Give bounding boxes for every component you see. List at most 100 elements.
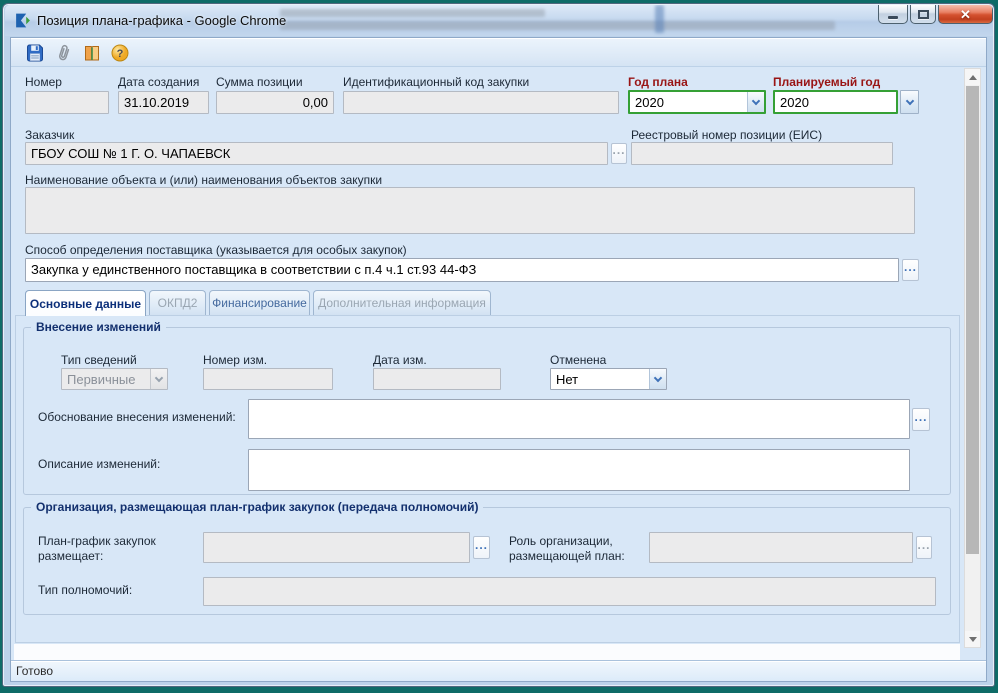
otmenena-label: Отменена	[550, 353, 606, 367]
form-area: Номер Дата создания 31.10.2019 Сумма поз…	[11, 67, 986, 660]
data-izm-label: Дата изм.	[373, 353, 427, 367]
otmenena-value: Нет	[551, 369, 649, 389]
zakazchik-label: Заказчик	[25, 128, 74, 142]
nomer-label: Номер	[25, 75, 62, 89]
otmenena-select[interactable]: Нет	[550, 368, 667, 390]
tip-svedenij-value: Первичные	[62, 369, 150, 389]
group-organizaciya-title: Организация, размещающая план-график зак…	[31, 500, 483, 514]
opisanie-textarea[interactable]	[248, 449, 910, 491]
maximize-button[interactable]	[910, 5, 936, 24]
planiruemyj-god-select[interactable]: 2020	[773, 90, 898, 114]
glass-reflection	[280, 21, 835, 30]
vertical-scrollbar[interactable]	[964, 68, 981, 648]
tab-okpd2: ОКПД2	[149, 290, 206, 315]
ellipsis-icon	[917, 540, 930, 558]
save-button[interactable]	[24, 42, 46, 64]
summa-pozicii-field: 0,00	[216, 91, 334, 114]
tip-polnomochij-label: Тип полномочий:	[38, 583, 132, 597]
log-button[interactable]	[81, 42, 103, 64]
data-sozdaniya-label: Дата создания	[118, 75, 199, 89]
god-plana-label: Год плана	[628, 75, 688, 89]
tab-bar: Основные данные ОКПД2 Финансирование Доп…	[15, 290, 960, 315]
close-button[interactable]: ✕	[938, 5, 993, 24]
tip-polnomochij-field	[203, 577, 936, 606]
client-area: ? Номер Дата создания 31.10.2019 Сумма п…	[10, 37, 987, 682]
close-icon: ✕	[960, 8, 971, 21]
ellipsis-icon	[914, 412, 927, 430]
maximize-icon	[918, 10, 929, 19]
otmenena-dropdown-button[interactable]	[649, 369, 666, 389]
obosnovanie-textarea[interactable]	[248, 399, 910, 439]
help-icon: ?	[110, 43, 130, 63]
status-bar: Готово	[11, 660, 986, 681]
arrow-down-icon	[969, 637, 977, 642]
scroll-down-button[interactable]	[965, 631, 980, 647]
arrow-up-icon	[969, 75, 977, 80]
zakazchik-picker-button[interactable]	[611, 143, 627, 164]
reestrovyj-nomer-field	[631, 142, 893, 165]
window-title: Позиция плана-графика - Google Chrome	[37, 13, 286, 28]
tab-finansirovanie[interactable]: Финансирование	[209, 290, 310, 315]
reestrovyj-nomer-label: Реестровый номер позиции (ЕИС)	[631, 128, 822, 142]
zakazchik-field: ГБОУ СОШ № 1 Г. О. ЧАПАЕВСК	[25, 142, 608, 165]
data-sozdaniya-field: 31.10.2019	[118, 91, 209, 114]
tab-osnovnye-dannye[interactable]: Основные данные	[25, 290, 146, 316]
group-vnesenie-izmenenij-title: Внесение изменений	[31, 320, 166, 334]
nomer-field	[25, 91, 109, 114]
rol-organizacii-picker-button	[916, 536, 932, 559]
tip-svedenij-label: Тип сведений	[61, 353, 137, 367]
plan-grafik-field	[203, 532, 470, 563]
chevron-down-icon	[752, 96, 760, 104]
obosnovanie-label: Обоснование внесения изменений:	[38, 410, 236, 424]
chevron-down-icon	[155, 373, 163, 381]
plan-grafik-picker-button[interactable]	[473, 536, 490, 559]
minimize-button[interactable]	[878, 5, 908, 24]
planiruemyj-god-dropdown-button[interactable]	[900, 90, 919, 114]
tab-dopolnitelnaya-informaciya: Дополнительная информация	[313, 290, 491, 315]
scrollbar-thumb[interactable]	[966, 86, 979, 554]
help-button[interactable]: ?	[109, 42, 131, 64]
ellipsis-icon	[904, 262, 917, 280]
obosnovanie-picker-button[interactable]	[912, 408, 930, 431]
god-plana-dropdown-button[interactable]	[747, 92, 764, 112]
sposob-opredeleniya-field[interactable]: Закупка у единственного поставщика в соо…	[25, 258, 899, 282]
glass-reflection	[655, 5, 664, 33]
status-text: Готово	[16, 664, 53, 678]
ellipsis-icon	[612, 145, 625, 163]
god-plana-value: 2020	[630, 92, 747, 112]
opisanie-label: Описание изменений:	[38, 457, 160, 471]
ikz-label: Идентификационный код закупки	[343, 75, 529, 89]
panel-footer-strip	[14, 644, 960, 660]
tip-svedenij-dropdown-button	[150, 369, 167, 389]
naimenovanie-obekta-textarea	[25, 187, 915, 234]
sposob-opredeleniya-label: Способ определения поставщика (указывает…	[25, 243, 407, 257]
minimize-icon	[888, 16, 898, 19]
rol-organizacii-label: Роль организации, размещающей план:	[509, 534, 649, 564]
planiruemyj-god-label: Планируемый год	[773, 75, 880, 89]
toolbar: ?	[11, 38, 986, 67]
dialog-window: Позиция плана-графика - Google Chrome ✕	[2, 3, 995, 687]
ikz-field	[343, 91, 619, 114]
planiruemyj-god-value: 2020	[775, 92, 896, 112]
summa-pozicii-label: Сумма позиции	[216, 75, 303, 89]
svg-text:?: ?	[117, 48, 124, 60]
ellipsis-icon	[475, 540, 488, 558]
nomer-izm-label: Номер изм.	[203, 353, 267, 367]
tip-svedenij-select: Первичные	[61, 368, 168, 390]
title-bar[interactable]: Позиция плана-графика - Google Chrome ✕	[5, 5, 993, 36]
glass-reflection	[280, 9, 545, 17]
app-logo-icon	[14, 12, 31, 29]
plan-grafik-label: План-график закупок размещает:	[38, 534, 183, 564]
data-izm-field	[373, 368, 501, 390]
god-plana-select[interactable]: 2020	[628, 90, 766, 114]
naimenovanie-obekta-label: Наименование объекта и (или) наименовани…	[25, 173, 382, 187]
attachments-button[interactable]	[53, 42, 75, 64]
rol-organizacii-field	[649, 532, 913, 563]
log-book-icon	[82, 43, 102, 63]
chevron-down-icon	[905, 96, 913, 104]
scroll-up-button[interactable]	[965, 69, 980, 85]
nomer-izm-field	[203, 368, 333, 390]
attachment-paperclip-icon	[51, 40, 76, 65]
save-icon	[25, 43, 45, 63]
sposob-opredeleniya-picker-button[interactable]	[902, 259, 919, 281]
